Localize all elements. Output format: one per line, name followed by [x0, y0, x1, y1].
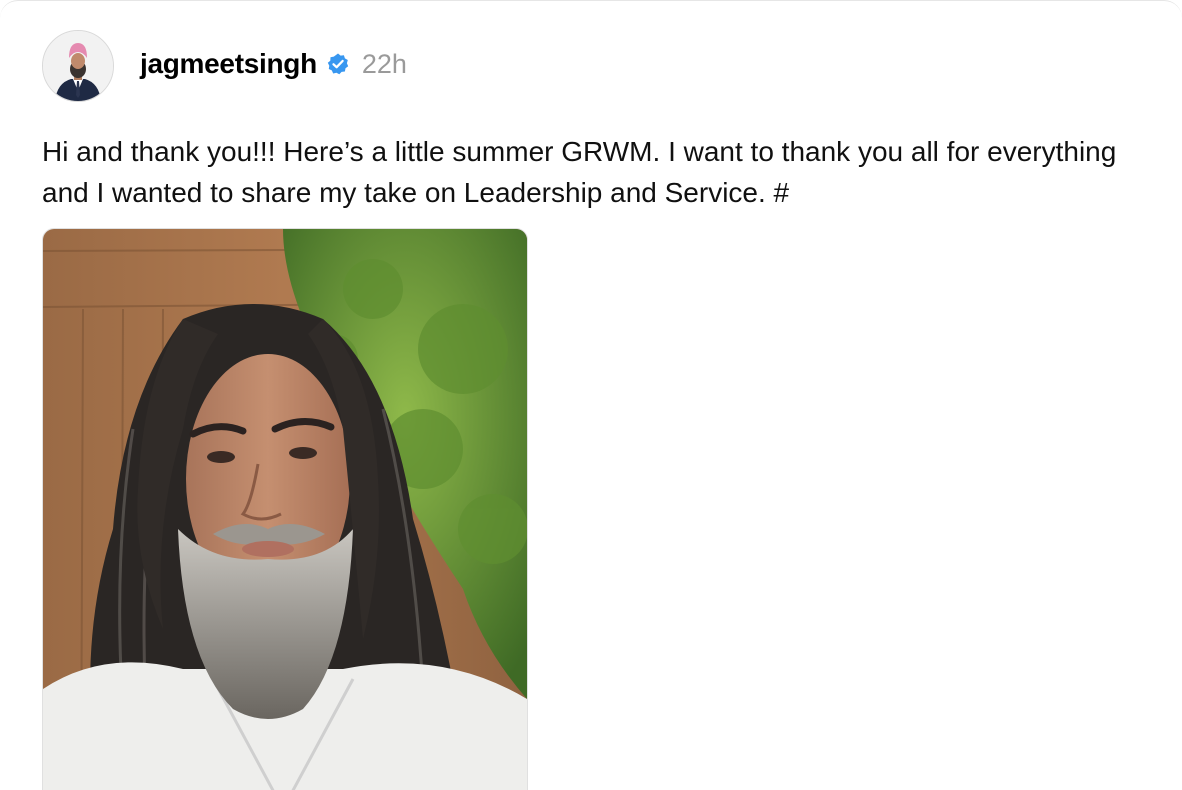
avatar-image — [43, 31, 113, 101]
post-header: jagmeetsingh 22h — [42, 30, 407, 102]
post-caption: Hi and thank you!!! Here’s a little summ… — [42, 136, 1117, 208]
post-timestamp[interactable]: 22h — [362, 49, 407, 80]
author-username[interactable]: jagmeetsingh — [140, 48, 317, 80]
author-avatar[interactable] — [42, 30, 114, 102]
verified-badge-icon — [326, 52, 350, 76]
post-video-thumbnail[interactable] — [42, 228, 528, 790]
thread-post: jagmeetsingh 22h Hi and thank you!!! Her… — [0, 0, 1182, 790]
video-frame-image — [43, 229, 527, 790]
author-meta: jagmeetsingh 22h — [140, 48, 407, 80]
